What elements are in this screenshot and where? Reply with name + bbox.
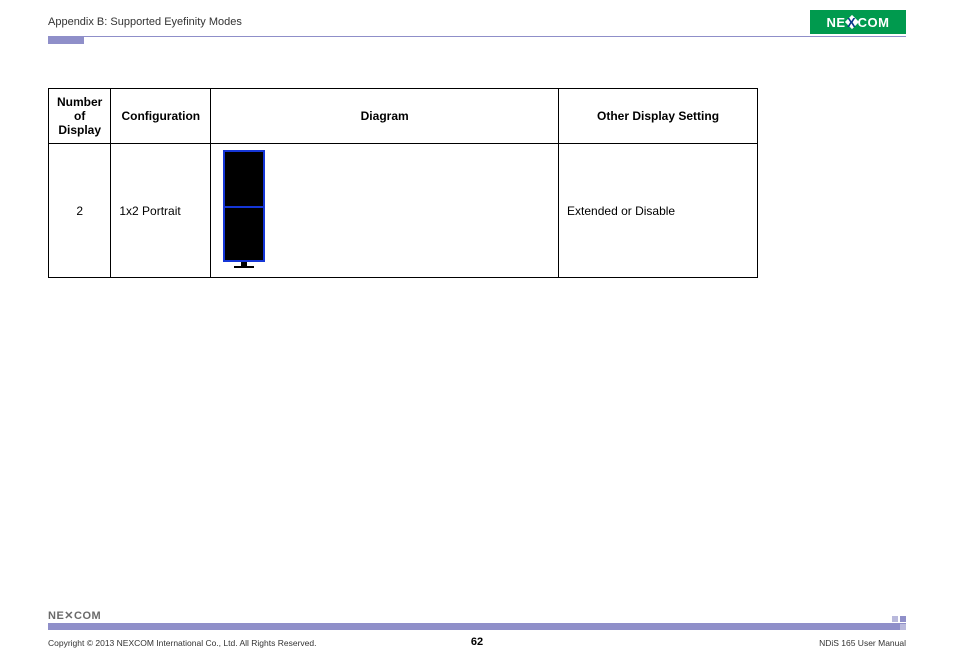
col-header-other: Other Display Setting — [559, 89, 758, 144]
modes-table-wrap: Number of Display Configuration Diagram … — [48, 88, 758, 278]
col-header-diagram: Diagram — [211, 89, 559, 144]
logo-x-icon: X — [846, 15, 858, 30]
col-header-number: Number of Display — [49, 89, 111, 144]
square-icon — [892, 616, 898, 622]
table-header-row: Number of Display Configuration Diagram … — [49, 89, 758, 144]
cell-number: 2 — [49, 144, 111, 278]
page-number: 62 — [0, 636, 954, 648]
cell-diagram — [211, 144, 559, 278]
nexcom-logo: NE X COM — [810, 10, 906, 34]
modes-table: Number of Display Configuration Diagram … — [48, 88, 758, 278]
col-header-config: Configuration — [111, 89, 211, 144]
header: Appendix B: Supported Eyefinity Modes NE… — [48, 10, 906, 34]
doc-title: NDiS 165 User Manual — [819, 638, 906, 648]
appendix-title: Appendix B: Supported Eyefinity Modes — [48, 16, 242, 28]
table-row: 2 1x2 Portrait Extended or Disable — [49, 144, 758, 278]
cell-other: Extended or Disable — [559, 144, 758, 278]
screen-bottom — [225, 206, 263, 260]
monitor-icon — [223, 150, 265, 262]
page: Appendix B: Supported Eyefinity Modes NE… — [0, 0, 954, 672]
footer-logo-left: NE — [48, 610, 64, 622]
footer-squares-icon — [892, 616, 906, 630]
logo-right: COM — [858, 15, 890, 30]
square-icon — [900, 624, 906, 630]
cell-config: 1x2 Portrait — [111, 144, 211, 278]
footer-logo-right: COM — [74, 610, 101, 622]
stand-base-icon — [234, 266, 254, 268]
footer-logo: NE✕COM — [48, 609, 101, 622]
diagram-1x2-portrait — [223, 150, 265, 268]
screen-top — [225, 152, 263, 206]
header-rule — [48, 36, 906, 37]
header-tab — [48, 36, 84, 44]
square-icon — [900, 616, 906, 622]
footer-rule — [48, 623, 906, 630]
logo-left: NE — [827, 15, 846, 30]
square-icon — [892, 624, 898, 630]
footer-logo-x-icon: ✕ — [64, 610, 74, 622]
logo-text: NE X COM — [827, 15, 890, 30]
